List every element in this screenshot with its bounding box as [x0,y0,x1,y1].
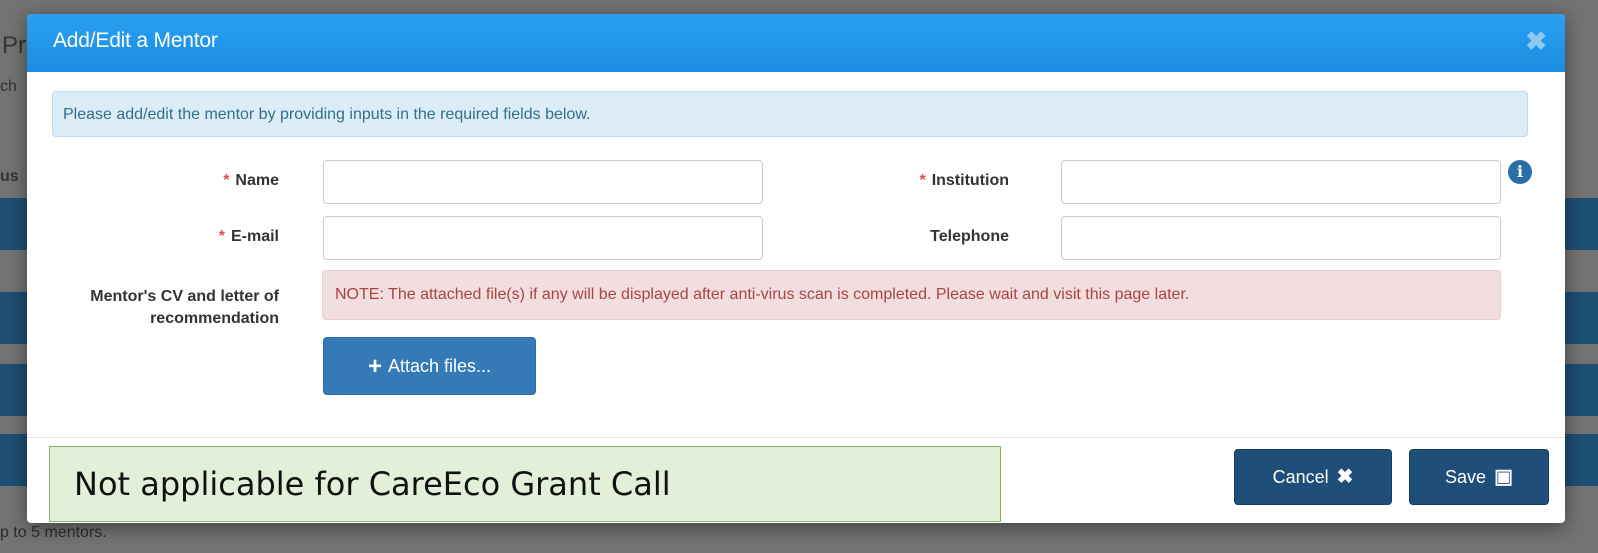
info-alert: Please add/edit the mentor by providing … [52,91,1528,137]
telephone-field[interactable] [1061,216,1501,260]
info-icon[interactable]: i [1508,160,1532,184]
background-text-fragment: us [0,168,19,185]
attach-files-button[interactable]: + Attach files... [323,337,536,395]
cv-label: Mentor's CV and letter of recommendation [90,288,279,327]
required-marker: * [218,228,225,245]
name-label: * Name [223,172,279,189]
name-field[interactable] [323,160,763,204]
background-title-fragment: Pr [2,32,26,59]
antivirus-note: NOTE: The attached file(s) if any will b… [322,270,1501,320]
footer-divider [27,437,1565,438]
institution-field[interactable] [1061,160,1501,204]
institution-label: * Institution [919,172,1009,189]
close-icon: ✖ [1336,466,1354,488]
cancel-label: Cancel [1272,467,1329,487]
email-field[interactable] [323,216,763,260]
dialog-header: Add/Edit a Mentor ✖ [27,14,1565,72]
annotation-callout: Not applicable for CareEco Grant Call [49,446,1001,522]
required-marker: * [919,172,926,189]
save-label: Save [1445,467,1487,487]
cancel-button[interactable]: Cancel ✖ [1234,449,1392,505]
save-button[interactable]: Save ▣ [1409,449,1549,505]
email-label: * E-mail [218,228,279,245]
dialog-title: Add/Edit a Mentor [53,29,218,52]
background-footer-text: p to 5 mentors. [0,524,107,541]
floppy-disk-icon: ▣ [1494,466,1513,488]
close-icon[interactable]: ✖ [1525,28,1547,54]
telephone-label: Telephone [930,228,1009,245]
attach-files-label: Attach files... [387,356,492,376]
required-marker: * [223,172,230,189]
background-text-fragment: ch [0,78,17,95]
plus-icon: + [367,353,382,380]
